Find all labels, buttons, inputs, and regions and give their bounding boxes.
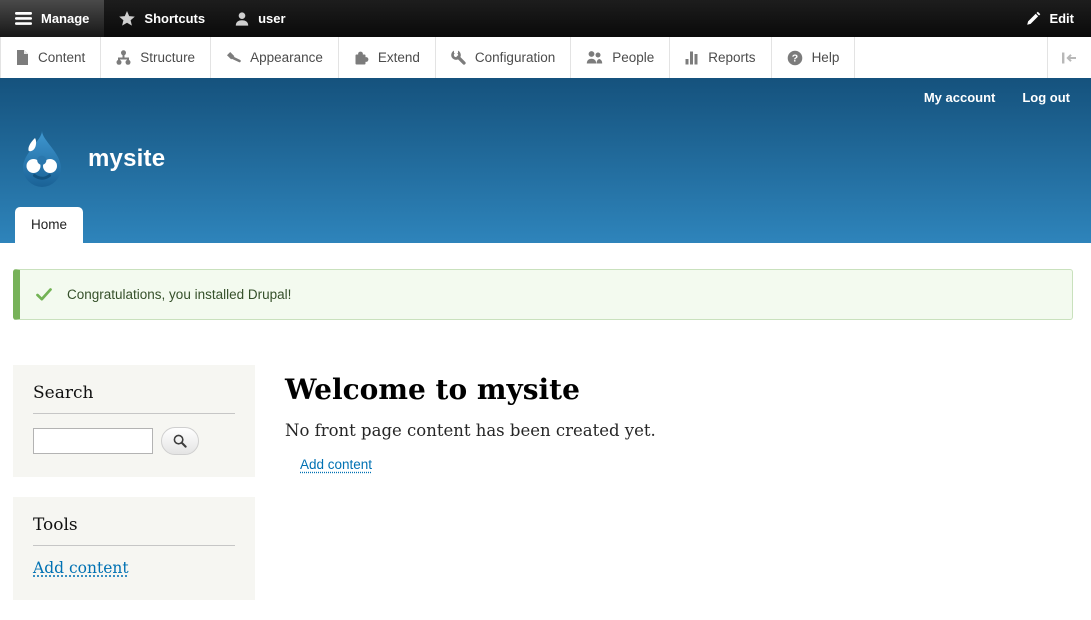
tab-help-label: Help	[812, 50, 840, 65]
tab-extend[interactable]: Extend	[339, 37, 436, 78]
add-content-link[interactable]: Add content	[300, 457, 372, 472]
secondary-menu: My account Log out	[924, 90, 1070, 105]
status-message: Congratulations, you installed Drupal!	[13, 269, 1073, 320]
edit-button[interactable]: Edit	[1009, 0, 1091, 37]
my-account-link[interactable]: My account	[924, 90, 996, 105]
main-content: Welcome to mysite No front page content …	[285, 365, 676, 474]
main-layout: Search Tools Add content Welcome to mysi…	[13, 365, 1091, 620]
topbar-item-shortcuts[interactable]: Shortcuts	[104, 0, 220, 37]
site-branding[interactable]: mysite	[13, 129, 165, 188]
topbar-edit-label: Edit	[1049, 11, 1074, 26]
tab-content[interactable]: Content	[0, 37, 101, 78]
site-header: My account Log out m	[0, 78, 1091, 243]
tab-reports[interactable]: Reports	[670, 37, 771, 78]
help-icon: ?	[787, 50, 803, 66]
tools-block-title: Tools	[33, 515, 235, 546]
topbar-item-user[interactable]: user	[220, 0, 300, 37]
page-title: Welcome to mysite	[285, 373, 656, 406]
tab-appearance-label: Appearance	[250, 50, 323, 65]
search-block-title: Search	[33, 383, 235, 414]
tools-block: Tools Add content	[13, 497, 255, 600]
tab-structure[interactable]: Structure	[101, 37, 211, 78]
tab-people[interactable]: People	[571, 37, 670, 78]
topbar-item-manage[interactable]: Manage	[0, 0, 104, 37]
star-icon	[119, 11, 135, 26]
collapse-arrow-icon	[1061, 51, 1078, 65]
tools-add-content-link[interactable]: Add content	[33, 559, 129, 577]
toolbar-collapse-button[interactable]	[1047, 37, 1091, 78]
log-out-link[interactable]: Log out	[1022, 90, 1070, 105]
sitemap-icon	[116, 50, 131, 65]
tab-people-label: People	[612, 50, 654, 65]
tab-appearance[interactable]: Appearance	[211, 37, 339, 78]
user-icon	[235, 12, 249, 26]
topbar-manage-label: Manage	[41, 11, 89, 26]
search-input[interactable]	[33, 428, 153, 454]
status-message-text: Congratulations, you installed Drupal!	[67, 287, 291, 302]
bar-chart-icon	[685, 50, 699, 65]
tab-configuration-label: Configuration	[475, 50, 555, 65]
svg-text:?: ?	[791, 52, 797, 64]
home-tab[interactable]: Home	[15, 207, 83, 243]
tab-content-label: Content	[38, 50, 85, 65]
tab-extend-label: Extend	[378, 50, 420, 65]
tab-configuration[interactable]: Configuration	[436, 37, 571, 78]
wrench-icon	[451, 50, 466, 65]
topbar-shortcuts-label: Shortcuts	[144, 11, 205, 26]
people-icon	[586, 50, 603, 65]
topbar-spacer	[301, 0, 1010, 37]
search-block: Search	[13, 365, 255, 477]
check-icon	[36, 288, 52, 301]
admin-toolbar-tray: Content Structure Appearance Extend Conf…	[0, 37, 1091, 78]
tab-reports-label: Reports	[708, 50, 755, 65]
tab-structure-label: Structure	[140, 50, 195, 65]
drupal-logo	[13, 129, 71, 188]
search-icon	[173, 434, 187, 448]
search-submit-button[interactable]	[161, 427, 199, 455]
search-form	[33, 427, 235, 455]
paintbrush-icon	[226, 51, 241, 65]
pencil-icon	[1026, 11, 1041, 26]
empty-frontpage-text: No front page content has been created y…	[285, 421, 656, 440]
site-name[interactable]: mysite	[88, 145, 165, 173]
topbar-user-label: user	[258, 11, 285, 26]
admin-topbar: Manage Shortcuts user Edit	[0, 0, 1091, 37]
document-icon	[16, 50, 29, 65]
sidebar: Search Tools Add content	[13, 365, 255, 620]
menu-icon	[15, 12, 32, 25]
tab-help[interactable]: ? Help	[772, 37, 856, 78]
puzzle-icon	[354, 50, 369, 65]
